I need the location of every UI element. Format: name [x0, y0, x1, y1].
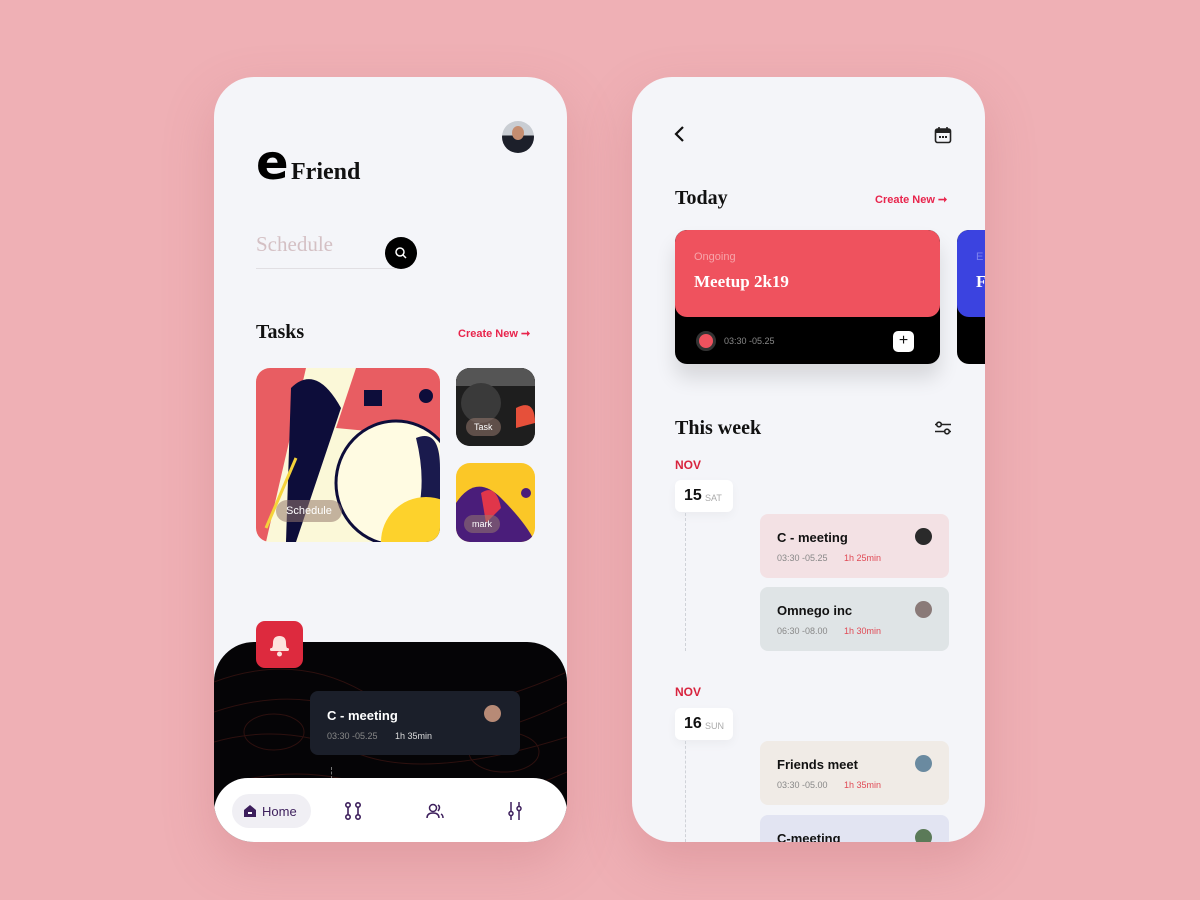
card-label: mark — [464, 515, 500, 533]
next-card-header: E F — [957, 230, 985, 317]
bell-button[interactable] — [256, 621, 303, 668]
today-create-new-link[interactable]: Create New ➞ — [875, 193, 947, 206]
month-label: NOV — [675, 685, 702, 699]
task-card-task[interactable]: Task — [456, 368, 535, 446]
next-event-card[interactable]: E F — [957, 230, 985, 364]
filter-icon[interactable] — [935, 421, 951, 435]
logo-text: Friend — [291, 159, 361, 185]
event-title: Friends meet — [777, 757, 858, 772]
date-badge: 16 SUN — [675, 708, 733, 740]
timeline-dash — [685, 513, 686, 651]
timeline-dash — [685, 741, 686, 842]
weekday: SAT — [705, 493, 722, 503]
attendee-avatar — [484, 705, 501, 722]
tasks-create-new-link[interactable]: Create New ➞ — [458, 327, 530, 340]
event-status: Ongoing — [694, 251, 736, 263]
day-number: 15 — [684, 487, 702, 504]
event-time: 06:30 -08.00 — [777, 626, 828, 636]
flow-icon[interactable] — [345, 802, 361, 820]
event-item[interactable]: C - meeting 03:30 -05.25 1h 25min — [760, 514, 949, 578]
users-icon[interactable] — [426, 803, 444, 819]
bell-icon — [270, 636, 289, 657]
event-item[interactable]: Friends meet 03:30 -05.00 1h 35min — [760, 741, 949, 805]
home-screen: e Friend Schedule Tasks Create New ➞ Sch… — [214, 77, 567, 842]
nav-home-label: Home — [262, 804, 297, 819]
task-card-mark[interactable]: mark — [456, 463, 535, 542]
next-event-title: F — [976, 272, 985, 291]
tasks-title: Tasks — [256, 321, 305, 343]
profile-avatar[interactable] — [502, 121, 534, 153]
attendee-avatar — [915, 528, 932, 545]
nav-home[interactable]: Home — [232, 794, 311, 828]
chevron-left-icon[interactable] — [673, 125, 687, 143]
event-time: 03:30 -05.00 — [777, 780, 828, 790]
card-label: Schedule — [276, 500, 342, 522]
day-number: 16 — [684, 715, 702, 732]
attendee-avatar — [915, 601, 932, 618]
month-label: NOV — [675, 458, 702, 472]
search-button[interactable] — [385, 237, 417, 269]
card-label: Task — [466, 418, 501, 436]
event-item[interactable]: Omnego inc 06:30 -08.00 1h 30min — [760, 587, 949, 651]
event-duration: 1h 35min — [844, 780, 882, 790]
task-card-schedule[interactable]: Schedule — [256, 368, 440, 542]
today-title: Today — [675, 187, 728, 209]
search-placeholder: Schedule — [256, 232, 333, 256]
this-week-title: This week — [675, 417, 762, 439]
event-time: 03:30 -05.25 — [724, 336, 775, 346]
search-icon — [395, 247, 407, 259]
logo: e Friend — [256, 139, 360, 187]
date-badge: 15 SAT — [675, 480, 733, 512]
clock-icon — [696, 331, 716, 351]
notification-duration: 1h 35min — [395, 731, 433, 741]
calendar-icon[interactable] — [934, 126, 952, 144]
add-button[interactable]: + — [893, 331, 914, 352]
weekday: SUN — [705, 721, 725, 731]
notification-title: C - meeting — [327, 708, 398, 723]
event-title: Omnego inc — [777, 603, 853, 618]
event-title: C - meeting — [777, 530, 848, 545]
event-card-header: Ongoing Meetup 2k19 — [675, 230, 940, 317]
next-event-status: E — [976, 251, 984, 263]
notification-time: 03:30 -05.25 — [327, 731, 378, 741]
home-icon — [244, 805, 256, 817]
event-title: C-meeting — [777, 831, 841, 842]
notification-card[interactable]: C - meeting 03:30 -05.25 1h 35min — [310, 691, 520, 755]
attendee-avatar — [915, 829, 932, 842]
event-title: Meetup 2k19 — [694, 272, 789, 291]
today-event-card[interactable]: Ongoing Meetup 2k19 03:30 -05.25 + — [675, 230, 940, 364]
bottom-nav: Home — [214, 778, 567, 842]
sliders-icon[interactable] — [508, 802, 522, 820]
event-item[interactable]: C-meeting — [760, 815, 949, 842]
event-duration: 1h 25min — [844, 553, 882, 563]
attendee-avatar — [915, 755, 932, 772]
search-field[interactable]: Schedule — [256, 232, 396, 269]
schedule-screen: Today Create New ➞ Ongoing Meetup 2k19 0… — [632, 77, 985, 842]
logo-letter: e — [256, 135, 289, 191]
event-time: 03:30 -05.25 — [777, 553, 828, 563]
event-duration: 1h 30min — [844, 626, 882, 636]
